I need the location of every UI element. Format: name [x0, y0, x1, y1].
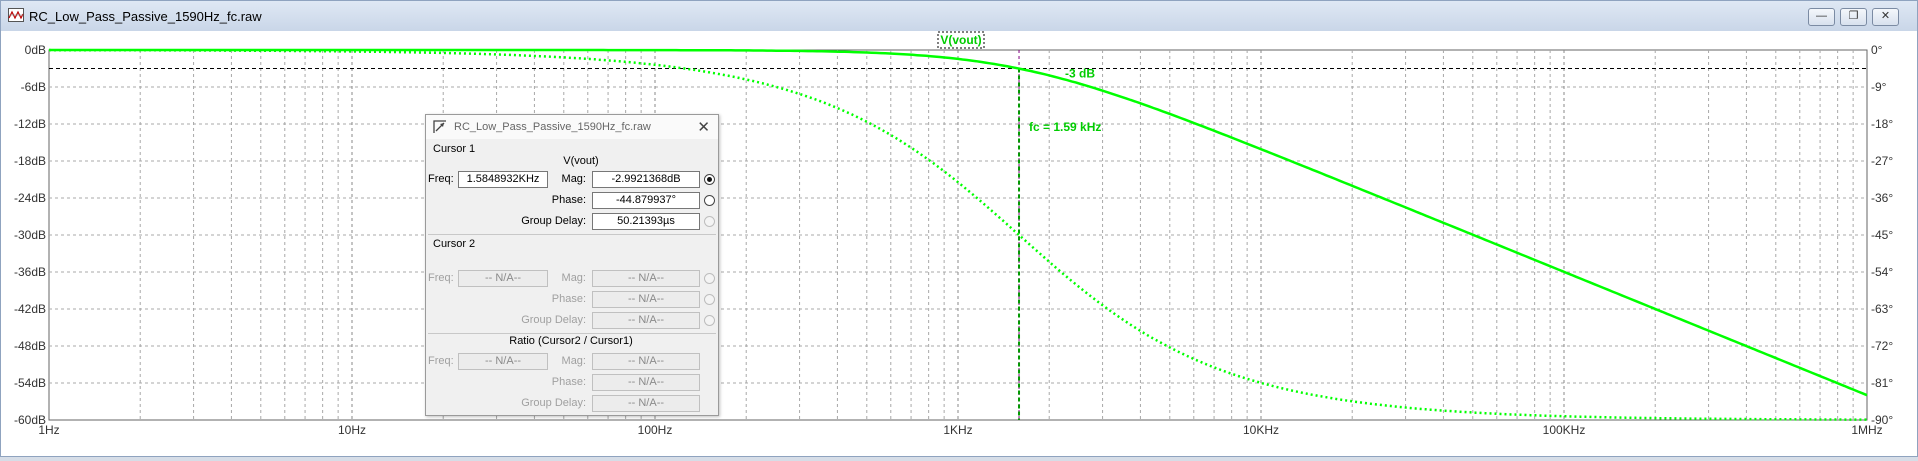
x-tick-label: 10Hz: [338, 423, 366, 437]
cursor1-freq-label: Freq:: [428, 173, 452, 185]
cursor2-divider: [428, 333, 716, 334]
cursor1-mag-radio[interactable]: [704, 174, 715, 185]
cursor2-phase-radio[interactable]: [704, 294, 715, 305]
left-tick-label: -6dB: [21, 80, 46, 94]
left-tick-label: -42dB: [14, 302, 46, 316]
cursor2-gd-label: Group Delay:: [486, 314, 586, 326]
x-tick-label: 1Hz: [38, 423, 59, 437]
minus-3db-annotation: -3 dB: [1065, 67, 1095, 81]
cursor2-mag-radio[interactable]: [704, 273, 715, 284]
cursor1-trace-name: V(vout): [506, 155, 656, 167]
left-tick-label: 0dB: [25, 43, 46, 57]
trace-label: V(vout): [940, 33, 981, 47]
cursor2-phase-label: Phase:: [506, 293, 586, 305]
maximize-button[interactable]: ❐: [1840, 8, 1867, 26]
cursor1-gd-radio[interactable]: [704, 216, 715, 227]
right-tick-label: -81°: [1871, 376, 1893, 390]
cursor-dialog-titlebar[interactable]: RC_Low_Pass_Passive_1590Hz_fc.raw ✕: [426, 115, 718, 139]
cursor2-mag-field[interactable]: -- N/A--: [592, 270, 700, 287]
minimize-icon: —: [1816, 10, 1827, 22]
fc-annotation: fc = 1.59 kHz: [1029, 120, 1101, 134]
right-tick-label: -63°: [1871, 302, 1893, 316]
left-tick-label: -36dB: [14, 265, 46, 279]
left-axis-ticks: 0dB -6dB -12dB -18dB -24dB -30dB -36dB -42dB -48…: [14, 43, 46, 427]
right-tick-label: -54°: [1871, 265, 1893, 279]
cursor2-mag-label: Mag:: [526, 272, 586, 284]
x-axis-ticks: 1Hz 10Hz 100Hz 1KHz 10KHz 100KHz 1MHz: [38, 423, 1882, 437]
left-tick-label: -18dB: [14, 154, 46, 168]
cursor1-gd-label: Group Delay:: [486, 215, 586, 227]
cursor1-mag-field[interactable]: -2.9921368dB: [592, 171, 700, 188]
cursor1-phase-radio[interactable]: [704, 195, 715, 206]
cursor1-gd-field[interactable]: 50.21393µs: [592, 213, 700, 230]
right-axis-ticks: 0°-9°-18°-27°-36°-45°-54°-63°-72°-81°-90…: [1871, 43, 1893, 427]
restore-icon: ❐: [1849, 10, 1859, 22]
right-tick-label: -18°: [1871, 117, 1893, 131]
waveform-app-icon: [8, 8, 24, 22]
cursor-dialog: RC_Low_Pass_Passive_1590Hz_fc.raw ✕ Curs…: [425, 114, 719, 416]
ratio-phase-label: Phase:: [506, 376, 586, 388]
plot-area[interactable]: 0dB -6dB -12dB -18dB -24dB -30dB -36dB -42dB -48…: [1, 31, 1917, 456]
ratio-phase-field[interactable]: -- N/A--: [592, 374, 700, 391]
x-tick-label: 100KHz: [1543, 423, 1586, 437]
right-tick-label: -27°: [1871, 154, 1893, 168]
right-tick-label: -45°: [1871, 228, 1893, 242]
ratio-section-label: Ratio (Cursor2 / Cursor1): [466, 335, 676, 347]
cursor1-phase-label: Phase:: [506, 194, 586, 206]
x-tick-label: 1MHz: [1851, 423, 1882, 437]
right-tick-label: 0°: [1871, 43, 1883, 57]
title-bar[interactable]: RC_Low_Pass_Passive_1590Hz_fc.raw — ❐ ✕: [1, 1, 1917, 31]
cursor1-section-label: Cursor 1: [433, 143, 475, 155]
cursor1-mag-label: Mag:: [526, 173, 586, 185]
ratio-freq-label: Freq:: [428, 355, 452, 367]
cursor2-gd-field[interactable]: -- N/A--: [592, 312, 700, 329]
cursor-dialog-title: RC_Low_Pass_Passive_1590Hz_fc.raw: [454, 121, 651, 133]
cursor1-phase-field[interactable]: -44.879937°: [592, 192, 700, 209]
cursor2-phase-field[interactable]: -- N/A--: [592, 291, 700, 308]
left-tick-label: -12dB: [14, 117, 46, 131]
left-tick-label: -54dB: [14, 376, 46, 390]
ratio-mag-field[interactable]: -- N/A--: [592, 353, 700, 370]
ratio-gd-field[interactable]: -- N/A--: [592, 395, 700, 412]
cursor-dialog-close-icon[interactable]: ✕: [697, 118, 710, 136]
left-tick-label: -48dB: [14, 339, 46, 353]
close-icon: ✕: [1881, 10, 1890, 22]
bode-plot[interactable]: 0dB -6dB -12dB -18dB -24dB -30dB -36dB -42dB -48…: [1, 31, 1917, 456]
window-title: RC_Low_Pass_Passive_1590Hz_fc.raw: [29, 9, 262, 24]
x-tick-label: 1KHz: [943, 423, 972, 437]
ratio-mag-label: Mag:: [526, 355, 586, 367]
x-tick-label: 10KHz: [1243, 423, 1279, 437]
right-tick-label: -9°: [1871, 80, 1887, 94]
cursor-probe-icon: [432, 119, 448, 135]
cursor2-freq-label: Freq:: [428, 272, 452, 284]
close-button[interactable]: ✕: [1872, 8, 1899, 26]
plot-window: RC_Low_Pass_Passive_1590Hz_fc.raw — ❐ ✕ …: [0, 0, 1918, 457]
left-tick-label: -30dB: [14, 228, 46, 242]
minimize-button[interactable]: —: [1808, 8, 1835, 26]
cursor2-gd-radio[interactable]: [704, 315, 715, 326]
left-tick-label: -24dB: [14, 191, 46, 205]
cursor1-divider: [428, 234, 716, 235]
right-tick-label: -72°: [1871, 339, 1893, 353]
plot-grid: [49, 50, 1867, 420]
right-tick-label: -36°: [1871, 191, 1893, 205]
ratio-gd-label: Group Delay:: [486, 397, 586, 409]
cursor2-section-label: Cursor 2: [433, 238, 475, 250]
x-tick-label: 100Hz: [638, 423, 673, 437]
